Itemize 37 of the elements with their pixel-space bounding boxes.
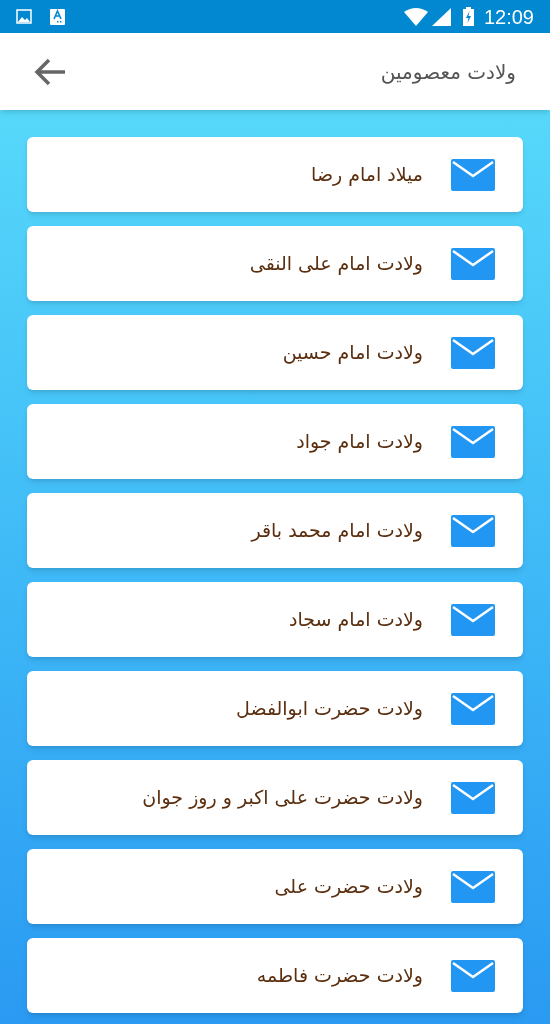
item-label: ولادت حضرت فاطمه [256,963,423,989]
item-label: ولادت حضرت علی [274,874,423,900]
envelope-icon [451,247,495,280]
item-label: ولادت امام سجاد [289,607,423,633]
list-item[interactable]: ولادت حضرت علی اکبر و روز جوان [27,760,523,835]
envelope-icon [451,514,495,547]
item-label: ولادت امام جواد [296,429,423,455]
list-item[interactable]: ولادت حضرت علی [27,849,523,924]
item-label: ولادت امام علی النقی [249,251,423,277]
envelope-icon [451,692,495,725]
signal-icon [431,7,451,26]
envelope-icon [451,870,495,903]
keyboard-icon [50,8,65,25]
wifi-icon [403,7,428,26]
envelope-icon [451,425,495,458]
envelope-icon [451,336,495,369]
list-item[interactable]: میلاد امام رضا [27,137,523,212]
clock-time: 12:09 [483,4,534,30]
battery-icon [462,7,474,26]
list-item[interactable]: ولادت امام حسین [27,315,523,390]
envelope-icon [451,959,495,992]
item-label: ولادت امام حسین [282,340,423,366]
list-item[interactable]: ولادت حضرت فاطمه [27,938,523,1013]
item-label: ولادت امام محمد باقر [251,518,423,544]
envelope-icon [451,781,495,814]
list-item[interactable]: ولادت امام جواد [27,404,523,479]
list-item[interactable]: ولادت امام محمد باقر [27,493,523,568]
item-label: میلاد امام رضا [311,162,423,188]
envelope-icon [451,158,495,191]
image-icon [16,9,32,24]
page-title: ولادت معصومین [380,58,516,86]
envelope-icon [451,603,495,636]
item-label: ولادت حضرت ابوالفضل [236,696,423,722]
item-label: ولادت حضرت علی اکبر و روز جوان [142,785,423,811]
list-item[interactable]: ولادت حضرت ابوالفضل [27,671,523,746]
list-item[interactable]: ولادت امام سجاد [27,582,523,657]
list-item[interactable]: ولادت امام علی النقی [27,226,523,301]
